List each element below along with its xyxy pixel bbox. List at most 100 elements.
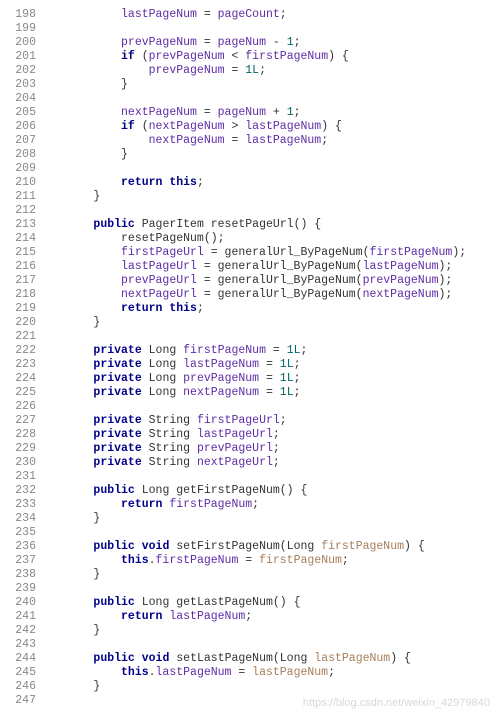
code-line[interactable]: 223 private Long lastPageNum = 1L; [0,358,492,372]
code-line[interactable]: 237 this.firstPageNum = firstPageNum; [0,554,492,568]
line-number: 228 [0,428,52,442]
code-content: } [52,568,492,582]
code-line[interactable]: 206 if (nextPageNum > lastPageNum) { [0,120,492,134]
code-line[interactable]: 229 private String prevPageUrl; [0,442,492,456]
code-line[interactable]: 235 [0,526,492,540]
line-number: 239 [0,582,52,596]
code-content: if (nextPageNum > lastPageNum) { [52,120,492,134]
line-number: 204 [0,92,52,106]
code-line[interactable]: 246 } [0,680,492,694]
code-line[interactable]: 212 [0,204,492,218]
code-line[interactable]: 247 [0,694,492,708]
code-line[interactable]: 219 return this; [0,302,492,316]
line-number: 218 [0,288,52,302]
code-line[interactable]: 233 return firstPageNum; [0,498,492,512]
code-line[interactable]: 202 prevPageNum = 1L; [0,64,492,78]
code-line[interactable]: 230 private String nextPageUrl; [0,456,492,470]
code-line[interactable]: 207 nextPageNum = lastPageNum; [0,134,492,148]
line-number: 201 [0,50,52,64]
code-content: if (prevPageNum < firstPageNum) { [52,50,492,64]
code-line[interactable]: 205 nextPageNum = pageNum + 1; [0,106,492,120]
code-line[interactable]: 204 [0,92,492,106]
code-line[interactable]: 244 public void setLastPageNum(Long last… [0,652,492,666]
line-number: 223 [0,358,52,372]
line-number: 225 [0,386,52,400]
line-number: 235 [0,526,52,540]
code-content [52,162,492,176]
code-line[interactable]: 224 private Long prevPageNum = 1L; [0,372,492,386]
code-line[interactable]: 211 } [0,190,492,204]
line-number: 213 [0,218,52,232]
line-number: 203 [0,78,52,92]
code-line[interactable]: 227 private String firstPageUrl; [0,414,492,428]
code-content: } [52,680,492,694]
code-content: public PagerItem resetPageUrl() { [52,218,492,232]
code-line[interactable]: 231 [0,470,492,484]
line-number: 229 [0,442,52,456]
code-content [52,330,492,344]
code-content [52,526,492,540]
code-line[interactable]: 242 } [0,624,492,638]
code-content: private Long lastPageNum = 1L; [52,358,492,372]
code-content: } [52,148,492,162]
code-line[interactable]: 199 [0,22,492,36]
code-content: public void setLastPageNum(Long lastPage… [52,652,492,666]
code-content: return lastPageNum; [52,610,492,624]
code-line[interactable]: 221 [0,330,492,344]
line-number: 220 [0,316,52,330]
code-line[interactable]: 200 prevPageNum = pageNum - 1; [0,36,492,50]
code-content [52,694,492,708]
code-line[interactable]: 209 [0,162,492,176]
line-number: 216 [0,260,52,274]
code-line[interactable]: 203 } [0,78,492,92]
code-editor-viewport: 198 lastPageNum = pageCount;199200 prevP… [0,8,492,708]
code-line[interactable]: 239 [0,582,492,596]
code-line[interactable]: 234 } [0,512,492,526]
code-content: } [52,190,492,204]
code-content: prevPageNum = pageNum - 1; [52,36,492,50]
line-number: 215 [0,246,52,260]
code-line[interactable]: 216 lastPageUrl = generalUrl_ByPageNum(l… [0,260,492,274]
code-content: prevPageNum = 1L; [52,64,492,78]
line-number: 205 [0,106,52,120]
code-line[interactable]: 236 public void setFirstPageNum(Long fir… [0,540,492,554]
code-content: } [52,512,492,526]
code-line[interactable]: 232 public Long getFirstPageNum() { [0,484,492,498]
code-line[interactable]: 215 firstPageUrl = generalUrl_ByPageNum(… [0,246,492,260]
code-content: private String nextPageUrl; [52,456,492,470]
code-line[interactable]: 241 return lastPageNum; [0,610,492,624]
code-line[interactable]: 243 [0,638,492,652]
line-number: 212 [0,204,52,218]
code-line[interactable]: 225 private Long nextPageNum = 1L; [0,386,492,400]
code-line[interactable]: 218 nextPageUrl = generalUrl_ByPageNum(n… [0,288,492,302]
code-content [52,582,492,596]
code-content: private Long firstPageNum = 1L; [52,344,492,358]
code-content: private String lastPageUrl; [52,428,492,442]
code-line[interactable]: 238 } [0,568,492,582]
code-line[interactable]: 208 } [0,148,492,162]
line-number: 234 [0,512,52,526]
code-line[interactable]: 201 if (prevPageNum < firstPageNum) { [0,50,492,64]
code-content: private Long nextPageNum = 1L; [52,386,492,400]
code-line[interactable]: 220 } [0,316,492,330]
code-line[interactable]: 240 public Long getLastPageNum() { [0,596,492,610]
line-number: 222 [0,344,52,358]
code-content: return firstPageNum; [52,498,492,512]
line-number: 237 [0,554,52,568]
code-content: this.lastPageNum = lastPageNum; [52,666,492,680]
code-line[interactable]: 198 lastPageNum = pageCount; [0,8,492,22]
code-content: private Long prevPageNum = 1L; [52,372,492,386]
code-line[interactable]: 245 this.lastPageNum = lastPageNum; [0,666,492,680]
code-line[interactable]: 213 public PagerItem resetPageUrl() { [0,218,492,232]
line-number: 208 [0,148,52,162]
code-line[interactable]: 228 private String lastPageUrl; [0,428,492,442]
line-number: 198 [0,8,52,22]
code-line[interactable]: 214 resetPageNum(); [0,232,492,246]
code-line[interactable]: 217 prevPageUrl = generalUrl_ByPageNum(p… [0,274,492,288]
code-line[interactable]: 222 private Long firstPageNum = 1L; [0,344,492,358]
line-number: 246 [0,680,52,694]
code-line[interactable]: 210 return this; [0,176,492,190]
line-number: 240 [0,596,52,610]
code-line[interactable]: 226 [0,400,492,414]
line-number: 202 [0,64,52,78]
